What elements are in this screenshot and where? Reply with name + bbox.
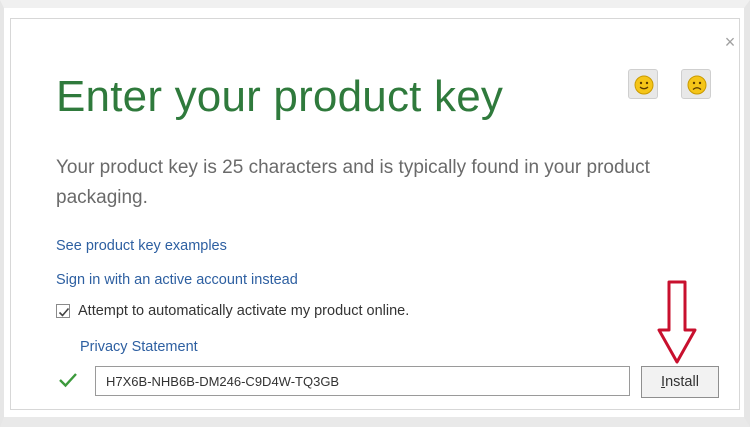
down-arrow-annotation-icon [657,280,697,364]
send-a-smile-button[interactable] [628,69,658,99]
auto-activate-row: Attempt to automatically activate my pro… [56,303,409,319]
install-label: nstall [665,374,699,390]
key-valid-check-icon [59,373,77,388]
dialog-title: Enter your product key [56,72,504,121]
install-button[interactable]: Install [641,366,719,398]
auto-activate-label: Attempt to automatically activate my pro… [78,303,410,319]
privacy-statement-link[interactable]: Privacy Statement [80,339,198,355]
send-a-frown-button[interactable] [681,69,711,99]
see-examples-link[interactable]: See product key examples [56,238,227,254]
smile-face-icon [634,75,654,95]
auto-activate-checkbox[interactable] [56,304,70,318]
checkmark-icon [58,307,70,317]
close-button[interactable]: × [718,30,742,54]
product-key-input[interactable] [95,366,630,396]
dialog-description: Your product key is 25 characters and is… [56,157,650,208]
frown-face-icon [687,75,707,95]
sign-in-link[interactable]: Sign in with an active account instead [56,272,298,288]
